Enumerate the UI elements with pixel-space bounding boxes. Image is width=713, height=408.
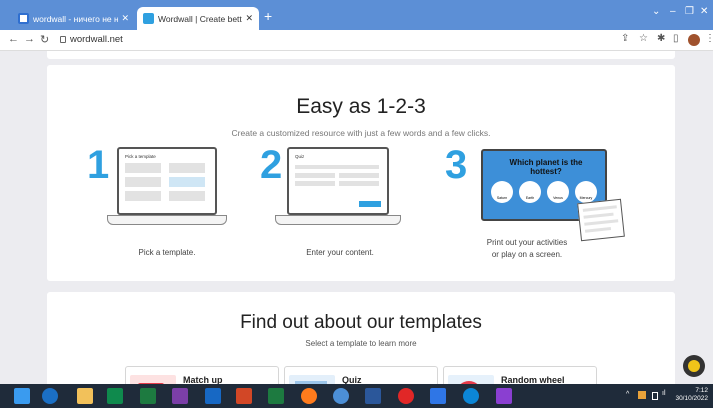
outlook-icon[interactable] [205,388,221,404]
step-2-laptop-illustration: Quiz [275,147,401,237]
template-card-random-wheel[interactable]: Random wheel [443,366,597,384]
store-icon[interactable] [107,388,123,404]
minimize-icon[interactable]: – [670,6,676,17]
tab-title: Wordwall | Create better lessons [158,13,242,24]
close-tab-icon[interactable]: ✕ [245,13,253,24]
excel-icon[interactable] [140,388,156,404]
laptop-base [275,215,401,225]
taskbar-clock[interactable]: 7:12 30/10/2022 [668,387,708,403]
template-label: Random wheel [501,375,565,384]
taskbar: ^ ıl [0,384,713,408]
step-3-label-line-2: or play on a screen. [491,250,563,259]
laptop-screen: Quiz [287,147,389,215]
templates-subtitle: Select a template to learn more [305,339,417,348]
laptop-base [107,215,227,225]
back-arrow-icon[interactable]: ← [8,33,19,45]
clock-date: 30/10/2022 [675,395,708,402]
answer-earth: Earth [519,181,541,203]
step-1-laptop-illustration: Pick a template [107,147,227,237]
step-3-label-line-1: Print out your activities [486,238,568,247]
match-up-thumbnail [130,375,176,384]
close-window-icon[interactable]: ✕ [700,6,708,17]
chevron-down-icon[interactable]: ⌄ [652,6,660,17]
step-1-label: Pick a template. [138,248,196,257]
close-tab-icon[interactable]: ✕ [121,13,129,24]
file-explorer-icon[interactable] [77,388,93,404]
zoom-icon[interactable] [430,388,446,404]
chrome-icon[interactable] [333,388,349,404]
tab-title: wordwall - ничего не найдено. [33,13,119,24]
url-field[interactable]: wordwall.net [70,34,123,45]
step-3-screen-illustration: Which planet is the hottest? Saturn Eart… [475,149,625,242]
answer-mercury: Mercury [575,181,597,203]
powerpoint-icon[interactable] [236,388,252,404]
answer-venus: Venus [547,181,569,203]
easy-section: Easy as 1-2-3 Create a customized resour… [47,65,675,281]
battery-icon[interactable] [652,392,658,400]
tab-wordwall-home[interactable]: Wordwall | Create better lessons ✕ [137,7,259,30]
opera-icon[interactable] [398,388,414,404]
firefox-icon[interactable] [301,388,317,404]
quiz-question: Which planet is the hottest? [509,158,583,176]
notification-icon [688,360,700,372]
edge-icon[interactable] [463,388,479,404]
menu-icon[interactable]: ⋮ [705,33,713,44]
lock-icon[interactable] [60,36,66,43]
new-tab-button[interactable]: + [264,9,272,23]
windows-start-icon[interactable] [14,388,30,404]
tab-strip: wordwall - ничего не найдено. ✕ Wordwall… [0,0,713,30]
help-button[interactable] [683,355,705,377]
restore-icon[interactable]: ❐ [685,6,694,17]
quiz-thumbnail [289,375,335,384]
template-label: Match up [183,375,223,384]
printed-worksheet-illustration [577,198,625,242]
signal-icon[interactable]: ıl [662,390,666,397]
publisher-icon[interactable] [268,388,284,404]
step-1-number: 1 [87,143,110,187]
laptop-screen: Pick a template [117,147,217,215]
wordwall-favicon-icon [18,13,29,24]
step-3-number: 3 [445,143,468,187]
templates-section: Find out about our templates Select a te… [47,292,675,384]
templates-title: Find out about our templates [240,312,482,333]
step-3-label: Print out your activities or play on a s… [467,237,587,261]
tray-app-icon[interactable] [638,391,646,399]
clock-time: 7:12 [695,387,708,394]
word-icon[interactable] [365,388,381,404]
forward-arrow-icon[interactable]: → [24,33,35,45]
tab-wordwall-search[interactable]: wordwall - ничего не найдено. ✕ [12,7,135,30]
profile-avatar[interactable] [688,34,700,46]
template-card-quiz[interactable]: Quiz [284,366,438,384]
reload-icon[interactable]: ↻ [40,33,49,46]
screen-heading: Quiz [295,154,305,159]
previous-section-card [47,51,675,59]
template-label: Quiz [342,375,362,384]
sidebar-icon[interactable]: ▯ [673,33,679,44]
easy-subtitle: Create a customized resource with just a… [231,128,491,138]
easy-title: Easy as 1-2-3 [296,95,426,118]
page-content: Easy as 1-2-3 Create a customized resour… [0,51,713,384]
step-2-label: Enter your content. [306,248,374,257]
screen-heading: Pick a template [125,154,156,159]
tray-chevron-icon[interactable]: ^ [626,391,629,398]
bookmark-star-icon[interactable]: ☆ [639,33,648,44]
answer-saturn: Saturn [491,181,513,203]
template-card-match-up[interactable]: Match up [125,366,279,384]
random-wheel-thumbnail [448,375,494,384]
wordwall-favicon-icon [143,13,154,24]
address-bar-row: ← → ↻ wordwall.net ⇪ ☆ ✱ ▯ ⋮ [0,30,713,51]
share-icon[interactable]: ⇪ [621,33,629,44]
extensions-icon[interactable]: ✱ [657,33,665,44]
onenote-icon[interactable] [172,388,188,404]
edge-legacy-icon[interactable] [42,388,58,404]
teams-icon[interactable] [496,388,512,404]
